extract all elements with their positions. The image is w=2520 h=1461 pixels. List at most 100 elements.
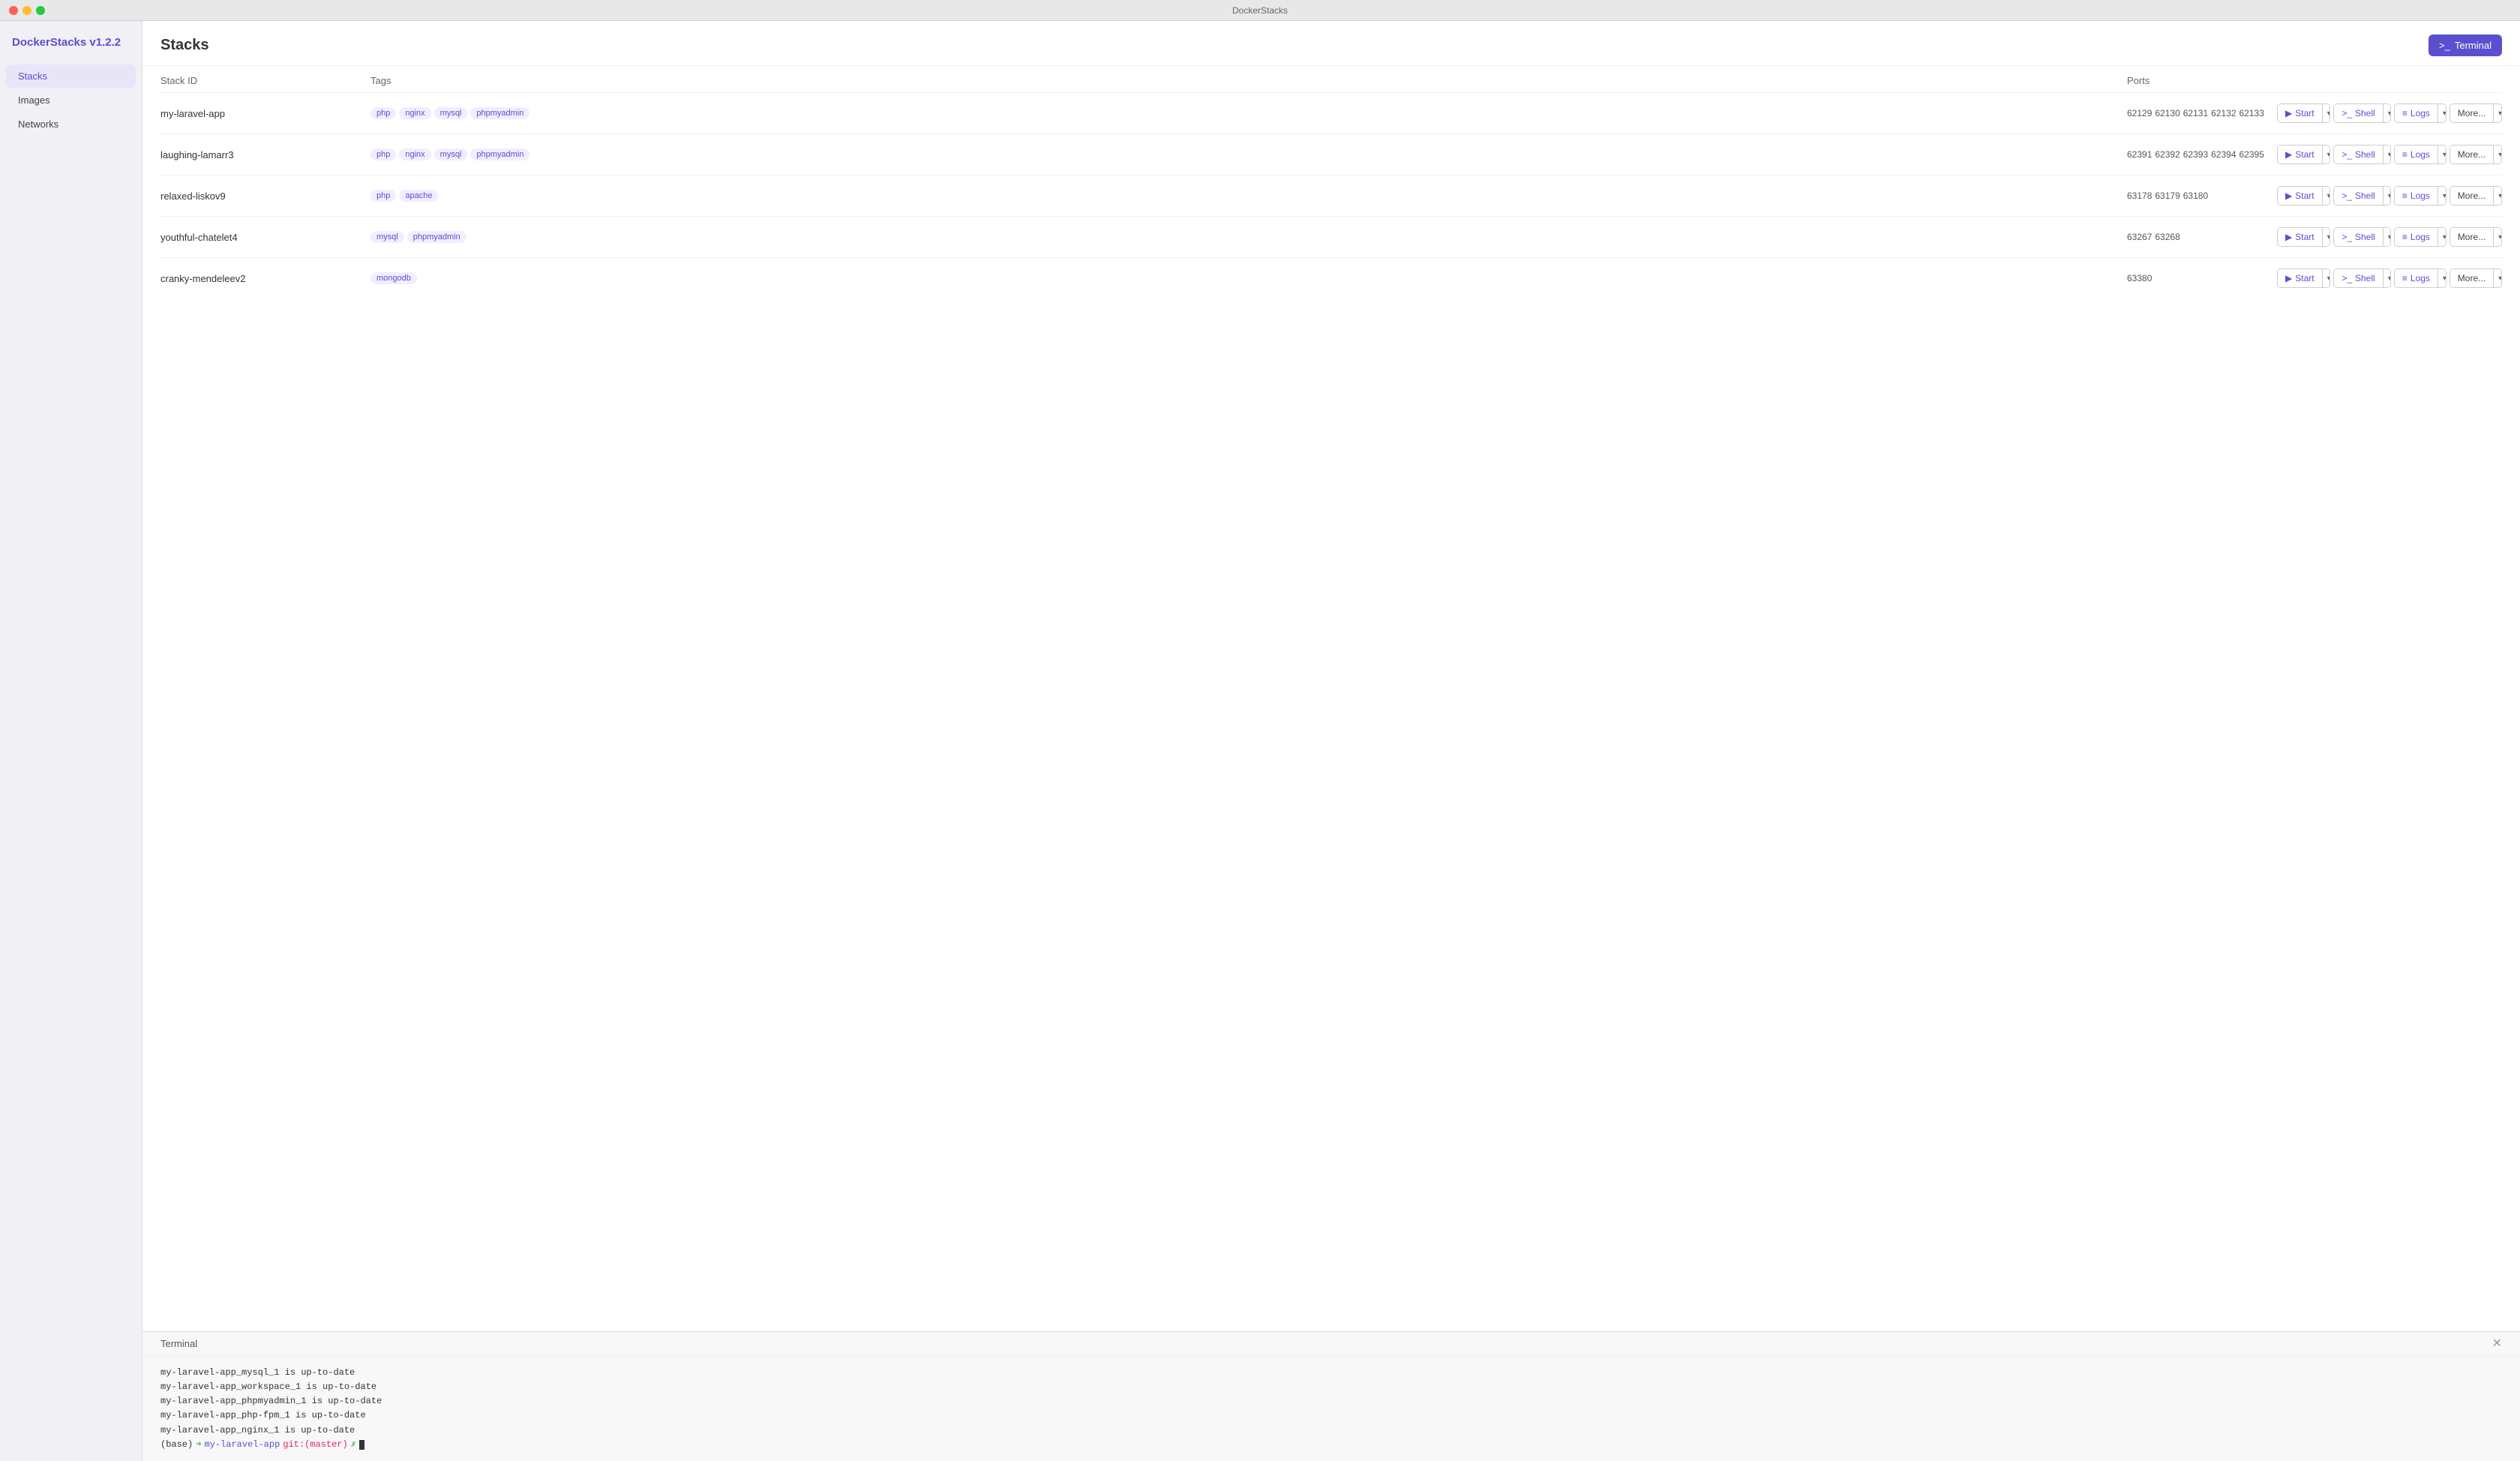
minimize-btn[interactable] — [22, 6, 32, 15]
shell-button[interactable]: >_ Shell — [2334, 187, 2382, 205]
shell-caret[interactable]: ▾ — [2383, 228, 2391, 246]
start-caret[interactable]: ▾ — [2322, 146, 2331, 164]
more-caret[interactable]: ▾ — [2493, 228, 2502, 246]
start-icon: ▶ — [2285, 108, 2292, 118]
terminal-close-button[interactable]: ✕ — [2492, 1338, 2502, 1350]
shell-caret[interactable]: ▾ — [2383, 187, 2391, 205]
port: 63380 — [2127, 273, 2152, 284]
port: 62393 — [2183, 149, 2208, 160]
more-caret[interactable]: ▾ — [2493, 104, 2502, 122]
shell-button[interactable]: >_ Shell — [2334, 228, 2382, 246]
port: 63179 — [2155, 190, 2180, 201]
close-btn[interactable] — [9, 6, 18, 15]
start-caret[interactable]: ▾ — [2322, 228, 2331, 246]
logs-btn-group: ≡ Logs ▾ — [2394, 145, 2446, 164]
shell-button[interactable]: >_ Shell — [2334, 269, 2382, 287]
shell-caret[interactable]: ▾ — [2383, 269, 2391, 287]
start-button[interactable]: ▶ Start — [2278, 104, 2322, 122]
tag: nginx — [399, 148, 430, 160]
shell-button[interactable]: >_ Shell — [2334, 146, 2382, 164]
port: 63180 — [2183, 190, 2208, 201]
logs-caret[interactable]: ▾ — [2438, 104, 2446, 122]
logs-button[interactable]: ≡ Logs — [2395, 146, 2438, 164]
logs-caret[interactable]: ▾ — [2438, 228, 2446, 246]
more-button[interactable]: More... — [2450, 228, 2493, 246]
titlebar: DockerStacks — [0, 0, 2520, 21]
table-row: cranky-mendeleev2 mongodb 63380 ▶ Start … — [160, 258, 2502, 298]
more-caret[interactable]: ▾ — [2493, 269, 2502, 287]
stack-id: laughing-lamarr3 — [160, 149, 370, 160]
terminal-body[interactable]: my-laravel-app_mysql_1 is up-to-date my-… — [142, 1357, 2520, 1461]
start-icon: ▶ — [2285, 149, 2292, 160]
prompt-symbol: ✗ — [351, 1438, 356, 1452]
tag: mysql — [370, 231, 404, 243]
table-row: laughing-lamarr3 php nginx mysql phpmyad… — [160, 134, 2502, 176]
prompt-arrow: ➜ — [196, 1438, 201, 1452]
tag: nginx — [399, 107, 430, 119]
start-caret[interactable]: ▾ — [2322, 104, 2331, 122]
terminal-line: my-laravel-app_phpmyadmin_1 is up-to-dat… — [160, 1394, 2502, 1408]
start-btn-group: ▶ Start ▾ — [2277, 227, 2330, 247]
table-header: Stack ID Tags Ports — [160, 66, 2502, 93]
more-button[interactable]: More... — [2450, 269, 2493, 287]
tag: phpmyadmin — [407, 231, 466, 243]
prompt-cursor — [359, 1440, 364, 1450]
shell-caret[interactable]: ▾ — [2383, 146, 2391, 164]
sidebar-item-stacks[interactable]: Stacks — [6, 64, 136, 88]
start-button[interactable]: ▶ Start — [2278, 146, 2322, 164]
start-button[interactable]: ▶ Start — [2278, 187, 2322, 205]
port: 62132 — [2211, 108, 2236, 118]
terminal-line: my-laravel-app_workspace_1 is up-to-date — [160, 1380, 2502, 1394]
tags-cell: mongodb — [370, 272, 2127, 284]
prompt-git: git:(master) — [283, 1438, 347, 1452]
logs-button[interactable]: ≡ Logs — [2395, 187, 2438, 205]
logs-caret[interactable]: ▾ — [2438, 269, 2446, 287]
logs-button[interactable]: ≡ Logs — [2395, 269, 2438, 287]
more-caret[interactable]: ▾ — [2493, 187, 2502, 205]
stack-id: relaxed-liskov9 — [160, 190, 370, 202]
actions-cell: ▶ Start ▾ >_ Shell ▾ ≡ Logs ▾ More... ▾ — [2277, 227, 2502, 247]
terminal-button[interactable]: >_ Terminal — [2428, 34, 2502, 56]
more-caret[interactable]: ▾ — [2493, 146, 2502, 164]
shell-caret[interactable]: ▾ — [2383, 104, 2391, 122]
logs-caret[interactable]: ▾ — [2438, 146, 2446, 164]
tags-cell: php apache — [370, 190, 2127, 202]
start-button[interactable]: ▶ Start — [2278, 228, 2322, 246]
start-caret[interactable]: ▾ — [2322, 269, 2331, 287]
terminal-prompt: (base) ➜ my-laravel-app git:(master) ✗ — [160, 1438, 2502, 1452]
tags-cell: php nginx mysql phpmyadmin — [370, 107, 2127, 119]
prompt-base: (base) — [160, 1438, 193, 1452]
stacks-table: Stack ID Tags Ports my-laravel-app php n… — [142, 66, 2520, 1331]
ports-cell: 63178 63179 63180 — [2127, 190, 2277, 201]
maximize-btn[interactable] — [36, 6, 45, 15]
shell-button[interactable]: >_ Shell — [2334, 104, 2382, 122]
titlebar-title: DockerStacks — [1232, 5, 1288, 16]
start-caret[interactable]: ▾ — [2322, 187, 2331, 205]
more-button[interactable]: More... — [2450, 146, 2493, 164]
shell-icon: >_ — [2342, 108, 2352, 118]
start-icon: ▶ — [2285, 273, 2292, 284]
stack-id: my-laravel-app — [160, 108, 370, 119]
logs-button[interactable]: ≡ Logs — [2395, 228, 2438, 246]
more-button[interactable]: More... — [2450, 104, 2493, 122]
shell-icon: >_ — [2342, 273, 2352, 284]
logs-icon: ≡ — [2402, 108, 2408, 118]
sidebar-item-images[interactable]: Images — [6, 88, 136, 112]
shell-icon: >_ — [2342, 149, 2352, 160]
more-button[interactable]: More... — [2450, 187, 2493, 205]
logs-btn-group: ≡ Logs ▾ — [2394, 227, 2446, 247]
port: 62133 — [2240, 108, 2264, 118]
sidebar-item-networks[interactable]: Networks — [6, 112, 136, 136]
logs-button[interactable]: ≡ Logs — [2395, 104, 2438, 122]
more-btn-group: More... ▾ — [2450, 145, 2502, 164]
port: 63178 — [2127, 190, 2152, 201]
prompt-path: my-laravel-app — [204, 1438, 280, 1452]
shell-btn-group: >_ Shell ▾ — [2333, 227, 2391, 247]
start-button[interactable]: ▶ Start — [2278, 269, 2322, 287]
start-btn-group: ▶ Start ▾ — [2277, 186, 2330, 206]
start-btn-group: ▶ Start ▾ — [2277, 145, 2330, 164]
tag: phpmyadmin — [470, 107, 530, 119]
page-title: Stacks — [160, 37, 209, 54]
logs-caret[interactable]: ▾ — [2438, 187, 2446, 205]
terminal-line: my-laravel-app_nginx_1 is up-to-date — [160, 1424, 2502, 1438]
